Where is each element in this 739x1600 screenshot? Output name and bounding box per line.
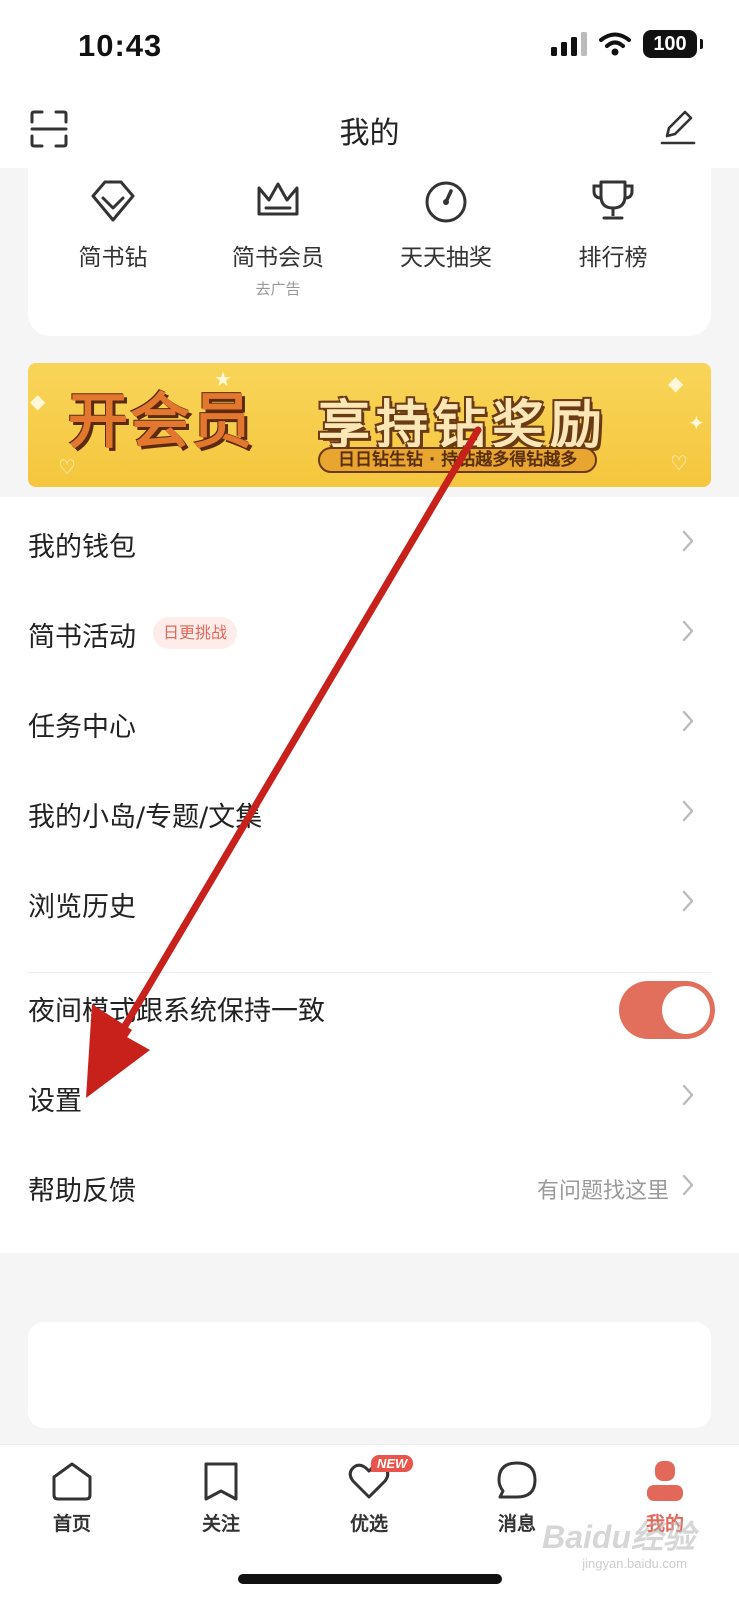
tab-home[interactable]: 首页 xyxy=(12,1459,132,1536)
menu-item-activity[interactable]: 简书活动 日更挑战 xyxy=(0,587,739,677)
quick-item-membership[interactable]: 简书会员 去广告 xyxy=(193,178,363,299)
dial-icon xyxy=(425,181,467,223)
night-mode-toggle[interactable] xyxy=(619,981,715,1039)
status-bar: 10:43 100 xyxy=(0,0,739,96)
edit-pencil-icon[interactable] xyxy=(659,108,697,146)
wifi-icon xyxy=(599,32,631,56)
battery-indicator: 100 xyxy=(643,30,703,58)
heart-decoration-icon: ♡ xyxy=(670,451,688,475)
user-icon xyxy=(647,1461,683,1501)
blank-card xyxy=(28,1322,711,1428)
chevron-right-icon xyxy=(682,620,694,642)
baidu-watermark: Baidu经验 xyxy=(542,1519,695,1555)
chevron-right-icon xyxy=(682,1084,694,1106)
membership-promo-banner[interactable]: ★ ◆ ◆ ✦ ♡ ♡ 开会员 享持钻奖励 日日钻生钻 · 持钻越多得钻越多 xyxy=(28,363,711,487)
menu-item-settings[interactable]: 设置 xyxy=(0,1051,739,1141)
nav-bar: 我的 xyxy=(0,96,739,168)
quick-label: 简书会员 xyxy=(232,245,324,271)
daily-challenge-badge: 日更挑战 xyxy=(153,617,238,649)
quick-item-diamond[interactable]: 简书钻 xyxy=(28,178,198,272)
bookmark-icon xyxy=(204,1462,238,1501)
menu-label: 帮助反馈 xyxy=(28,1176,136,1207)
baidu-watermark-url: jingyan.baidu.com xyxy=(582,1556,687,1571)
home-icon xyxy=(52,1462,92,1501)
tab-follow[interactable]: 关注 xyxy=(161,1459,281,1536)
menu-label: 设置 xyxy=(28,1086,82,1117)
new-badge: NEW xyxy=(371,1455,414,1472)
tab-label: 优选 xyxy=(349,1513,388,1535)
status-icons: 100 xyxy=(551,30,703,58)
menu-label: 夜间模式跟系统保持一致 xyxy=(28,996,325,1027)
chevron-right-icon xyxy=(682,800,694,822)
status-time: 10:43 xyxy=(78,28,163,63)
banner-tagline: 日日钻生钻 · 持钻越多得钻越多 xyxy=(318,447,598,473)
home-indicator xyxy=(238,1574,502,1584)
chat-bubble-icon xyxy=(497,1461,537,1499)
tab-featured[interactable]: NEW 优选 xyxy=(309,1455,429,1536)
tab-label: 首页 xyxy=(52,1513,91,1535)
crown-icon xyxy=(257,182,299,216)
trophy-icon xyxy=(592,180,634,220)
menu-item-wallet[interactable]: 我的钱包 xyxy=(0,497,739,587)
menu-item-tasks[interactable]: 任务中心 xyxy=(0,677,739,767)
quick-access-card: 简书钻 简书会员 去广告 天天抽奖 排行榜 xyxy=(28,168,711,336)
chevron-right-icon xyxy=(682,890,694,912)
menu-item-night-mode: 夜间模式跟系统保持一致 xyxy=(0,961,739,1051)
chevron-right-icon xyxy=(682,530,694,552)
toggle-knob xyxy=(662,986,710,1034)
quick-label: 简书钻 xyxy=(78,245,148,271)
menu-item-help[interactable]: 帮助反馈 有问题找这里 xyxy=(0,1141,739,1231)
menu-label: 任务中心 xyxy=(28,712,136,743)
diamond-decoration-icon: ◆ xyxy=(30,389,46,413)
menu-label: 浏览历史 xyxy=(28,892,136,923)
page-title: 我的 xyxy=(339,116,400,151)
star-decoration-icon: ✦ xyxy=(688,411,705,435)
banner-headline: 开会员 xyxy=(68,387,254,457)
diamond-decoration-icon: ◆ xyxy=(668,371,684,395)
chevron-right-icon xyxy=(682,710,694,732)
tab-label: 关注 xyxy=(201,1513,240,1535)
help-hint: 有问题找这里 xyxy=(536,1179,669,1204)
quick-sublabel: 去广告 xyxy=(255,280,301,298)
menu-label: 我的小岛/专题/文集 xyxy=(28,802,263,833)
quick-label: 天天抽奖 xyxy=(400,245,492,271)
menu-divider xyxy=(28,972,711,973)
quick-label: 排行榜 xyxy=(578,245,648,271)
menu-label: 简书活动 xyxy=(28,622,136,653)
menu-item-history[interactable]: 浏览历史 xyxy=(0,857,739,947)
quick-item-leaderboard[interactable]: 排行榜 xyxy=(528,178,698,272)
quick-item-lottery[interactable]: 天天抽奖 xyxy=(361,178,531,272)
menu-list: 我的钱包 简书活动 日更挑战 任务中心 我的小岛/专题/文集 浏览历史 夜间模式… xyxy=(0,497,739,1253)
cellular-signal-icon xyxy=(551,32,587,56)
diamond-icon xyxy=(91,180,135,222)
menu-item-collections[interactable]: 我的小岛/专题/文集 xyxy=(0,767,739,857)
menu-label: 我的钱包 xyxy=(28,532,136,563)
chevron-right-icon xyxy=(682,1174,694,1196)
